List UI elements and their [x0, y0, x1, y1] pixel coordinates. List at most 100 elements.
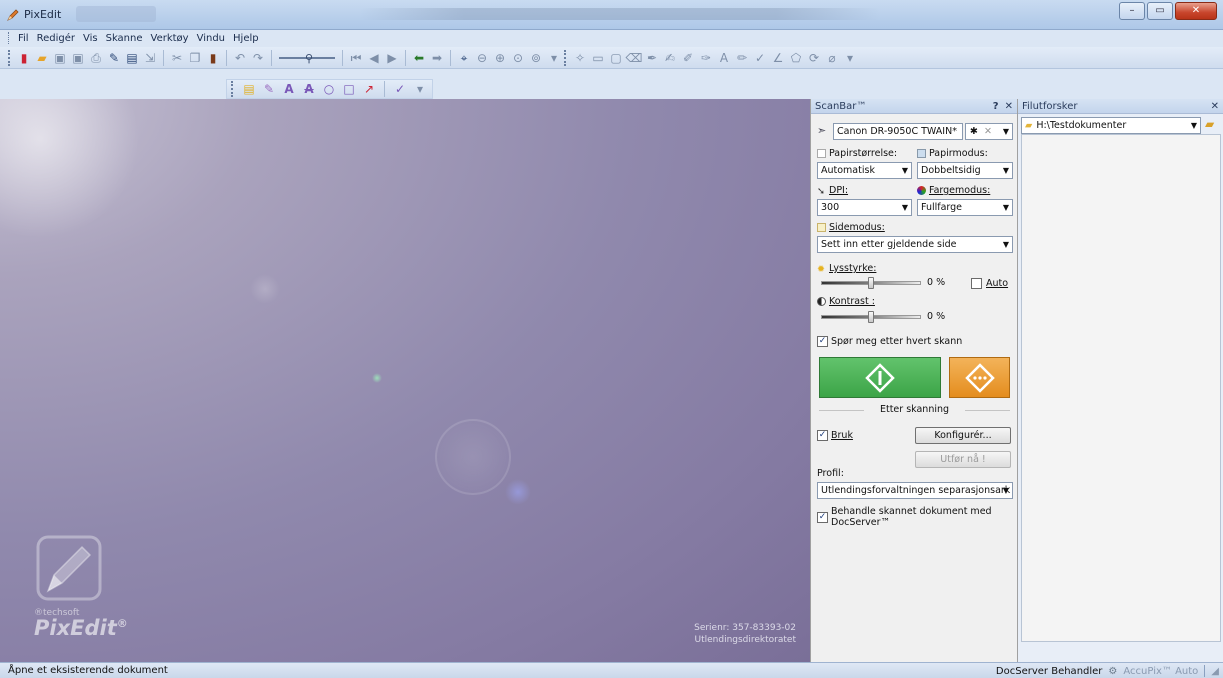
resize-grip-icon[interactable]: ◢: [1211, 666, 1219, 677]
menu-help[interactable]: Hjelp: [229, 33, 263, 44]
menu-window[interactable]: Vindu: [193, 33, 229, 44]
stamp-icon[interactable]: ✑: [698, 50, 714, 66]
paper-size-select[interactable]: Automatisk ▼: [817, 162, 912, 179]
toolbar-overflow-icon[interactable]: ▾: [546, 50, 562, 66]
toolbar-grip[interactable]: [8, 49, 12, 66]
menu-file[interactable]: Fil: [14, 33, 33, 44]
forward-arrow-icon[interactable]: ➡: [429, 50, 445, 66]
brightness-slider[interactable]: [821, 277, 921, 289]
first-page-icon[interactable]: ⏮: [348, 50, 364, 66]
strikethrough-text-icon[interactable]: A: [301, 81, 317, 97]
document-workspace[interactable]: ®techsoft PixEdit® Serienr: 357-83393-02…: [0, 99, 810, 662]
text-icon[interactable]: A: [716, 50, 732, 66]
menu-edit[interactable]: Redigér: [33, 33, 79, 44]
toolbar-overflow-icon[interactable]: ▾: [412, 81, 428, 97]
chevron-down-icon: ▼: [1002, 203, 1009, 212]
contrast-slider[interactable]: [821, 311, 921, 323]
print-icon[interactable]: ⎙: [88, 50, 104, 66]
undo-icon[interactable]: ↶: [232, 50, 248, 66]
copy-icon[interactable]: ❐: [187, 50, 203, 66]
scanner-settings-button[interactable]: ✱ ✕ ▼: [965, 123, 1013, 140]
line-tool-icon[interactable]: ∠: [770, 50, 786, 66]
contrast-slider-handle[interactable]: [868, 311, 874, 323]
menu-view[interactable]: Vis: [79, 33, 102, 44]
minimize-button[interactable]: –: [1119, 2, 1145, 20]
toolbar-separator: [384, 81, 385, 97]
paste-icon[interactable]: ▮: [205, 50, 221, 66]
save-as-icon[interactable]: ▣: [70, 50, 86, 66]
pixedit-app-icon[interactable]: [6, 8, 20, 22]
toolbar-grip[interactable]: [231, 81, 235, 97]
profile-select[interactable]: Utlendingsforvaltningen separasjonsark ▼: [817, 482, 1013, 499]
browse-folder-icon[interactable]: ▰: [1205, 117, 1214, 131]
file-list[interactable]: [1021, 134, 1221, 642]
text-annotation-icon[interactable]: A: [281, 81, 297, 97]
marker-icon[interactable]: ✒: [644, 50, 660, 66]
new-document-icon[interactable]: ▮: [16, 50, 32, 66]
page-mode-select[interactable]: Sett inn etter gjeldende side ▼: [817, 236, 1013, 253]
save-icon[interactable]: ▣: [52, 50, 68, 66]
open-folder-icon[interactable]: ▰: [34, 50, 50, 66]
folder-path-select[interactable]: ▰ H:\Testdokumenter ▼: [1021, 117, 1201, 134]
start-scan-button[interactable]: [819, 357, 941, 398]
zoom-slider-knob-icon[interactable]: ⚲: [305, 52, 313, 65]
toolbar-grip[interactable]: [564, 49, 568, 66]
ellipse-icon[interactable]: ○: [321, 81, 337, 97]
back-arrow-icon[interactable]: ⬅: [411, 50, 427, 66]
lens-flare-decoration: [250, 274, 280, 304]
color-mode-select[interactable]: Fullfarge ▼: [917, 199, 1013, 216]
check-icon[interactable]: ✓: [752, 50, 768, 66]
help-button[interactable]: ?: [993, 101, 999, 112]
menu-scan[interactable]: Skanne: [102, 33, 147, 44]
rotate-icon[interactable]: ⟳: [806, 50, 822, 66]
redact-icon[interactable]: ✏: [734, 50, 750, 66]
file-explorer-panel: Filutforsker ✕ ▰ H:\Testdokumenter ▼ ▰: [1017, 99, 1223, 662]
preview-scan-button[interactable]: [949, 357, 1010, 398]
zoom-slider[interactable]: ⚲: [277, 52, 337, 65]
scan-settings-icon[interactable]: ▤: [124, 50, 140, 66]
previous-page-icon[interactable]: ◀: [366, 50, 382, 66]
brightness-slider-handle[interactable]: [868, 277, 874, 289]
polygon-tool-icon[interactable]: ⬠: [788, 50, 804, 66]
next-page-icon[interactable]: ▶: [384, 50, 400, 66]
dpi-select-value: 300: [821, 202, 840, 213]
redo-icon[interactable]: ↷: [250, 50, 266, 66]
execute-now-button[interactable]: Utfør nå !: [915, 451, 1011, 468]
zoom-fit-icon[interactable]: ⊙: [510, 50, 526, 66]
paper-mode-select[interactable]: Dobbeltsidig ▼: [917, 162, 1013, 179]
scanbar-close-button[interactable]: ✕: [1005, 101, 1013, 112]
maximize-button[interactable]: ▭: [1147, 2, 1173, 20]
measure-icon[interactable]: ⌀: [824, 50, 840, 66]
zoom-page-icon[interactable]: ⊚: [528, 50, 544, 66]
rectangle-icon[interactable]: □: [341, 81, 357, 97]
eraser-icon[interactable]: ⌫: [626, 50, 643, 66]
docserver-checkbox[interactable]: ✓: [817, 512, 828, 523]
zoom-out-icon[interactable]: ⊖: [474, 50, 490, 66]
auto-brightness-checkbox[interactable]: [971, 278, 982, 289]
file-explorer-close-button[interactable]: ✕: [1211, 101, 1219, 112]
scan-icon[interactable]: ✎: [106, 50, 122, 66]
close-button[interactable]: ✕: [1175, 2, 1217, 20]
select-area-icon[interactable]: ▢: [608, 50, 624, 66]
freehand-pen-icon[interactable]: ✎: [261, 81, 277, 97]
sticky-note-icon[interactable]: ▤: [241, 81, 257, 97]
binoculars-icon[interactable]: ⌖: [456, 50, 472, 66]
menu-tools[interactable]: Verktøy: [147, 33, 193, 44]
ask-each-scan-checkbox[interactable]: ✓: [817, 336, 828, 347]
zoom-in-icon[interactable]: ⊕: [492, 50, 508, 66]
scanner-select[interactable]: Canon DR-9050C TWAIN*: [833, 123, 963, 140]
menu-grip[interactable]: [8, 32, 11, 44]
magic-wand-icon[interactable]: ✧: [572, 50, 588, 66]
dpi-select[interactable]: 300 ▼: [817, 199, 912, 216]
configure-button[interactable]: Konfigurér...: [915, 427, 1011, 444]
blurred-background-title: [360, 8, 880, 20]
arrow-icon[interactable]: ↗: [361, 81, 377, 97]
toolbar-overflow-icon[interactable]: ▾: [842, 50, 858, 66]
use-after-scan-checkbox[interactable]: ✓: [817, 430, 828, 441]
brush-icon[interactable]: ✐: [680, 50, 696, 66]
export-icon[interactable]: ⇲: [142, 50, 158, 66]
checkmark-icon[interactable]: ✓: [392, 81, 408, 97]
cut-icon[interactable]: ✂: [169, 50, 185, 66]
highlighter-icon[interactable]: ✍: [662, 50, 678, 66]
select-rectangle-icon[interactable]: ▭: [590, 50, 606, 66]
